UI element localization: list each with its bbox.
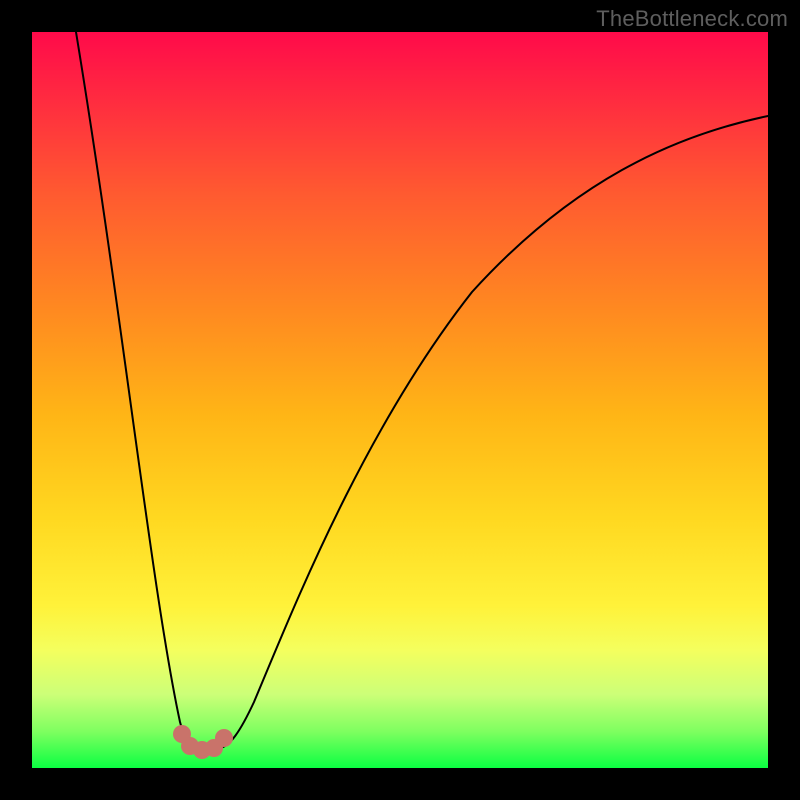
watermark-text: TheBottleneck.com	[596, 6, 788, 32]
outer-frame: TheBottleneck.com	[0, 0, 800, 800]
plot-area	[32, 32, 768, 768]
right-branch-curve	[220, 116, 768, 748]
curve-layer	[32, 32, 768, 768]
valley-dot	[215, 729, 233, 747]
left-branch-curve	[76, 32, 198, 748]
